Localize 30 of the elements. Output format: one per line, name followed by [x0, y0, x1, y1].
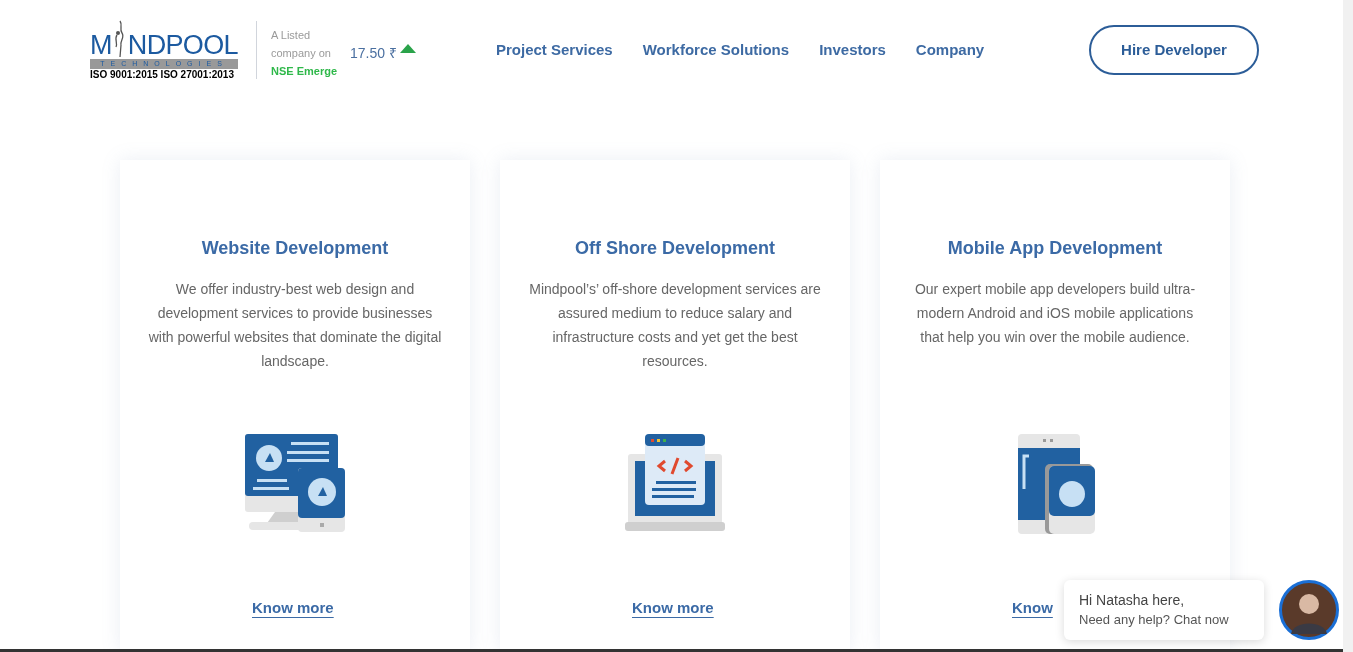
card-description: Mindpool’s’ off-shore development services are assured medium to reduce salary and infrastructure costs and yet get the best resources. [528, 280, 822, 371]
nav-link[interactable]: Investors [819, 38, 886, 62]
stock-price: 17.50 ₹ [350, 44, 397, 63]
card-description: Our expert mobile app developers build ultra-modern Android and iOS mobile applications that help you win over the mobile audience. [913, 280, 1197, 347]
card-description: We offer industry-best web design and development services to provide businesses with powerful websites that dominate the digital landscape. [147, 280, 443, 371]
desktop-and-tablet-icon [245, 434, 345, 534]
logo-wordmark: NDPOOL [127, 32, 238, 59]
card-title: Website Development [201, 237, 389, 260]
laptop-code-icon [625, 434, 725, 534]
nav-link[interactable]: Project Services [495, 38, 613, 62]
chat-prompt: Need any help? Chat now [1079, 611, 1230, 629]
chat-avatar[interactable] [1279, 580, 1339, 640]
hire-developer-button[interactable]: Hire Developer [1089, 25, 1259, 75]
know-more-link[interactable]: Know more [632, 597, 714, 620]
exchange-name: NSE Emerge [271, 64, 338, 79]
card-title: Off Shore Development [575, 237, 775, 260]
card-title: Mobile App Development [947, 237, 1163, 260]
smartphones-icon [1015, 434, 1095, 534]
up-triangle-icon [399, 44, 416, 53]
scrollbar[interactable] [1343, 0, 1353, 652]
listing-text: company on [271, 46, 332, 61]
certification-text: ISO 9001:2015 ISO 27001:2013 [90, 69, 234, 81]
chat-bubble[interactable]: Hi Natasha here, Need any help? Chat now [1064, 580, 1264, 640]
nav-link[interactable]: Company [915, 38, 985, 62]
nav-link[interactable]: Workforce Solutions [642, 38, 790, 62]
listing-text: A Listed [271, 28, 312, 43]
chat-greeting: Hi Natasha here, [1079, 591, 1186, 610]
know-more-link[interactable]: Know [1012, 597, 1053, 620]
know-more-link[interactable]: Know more [252, 597, 334, 620]
logo-wordmark: M [90, 32, 112, 59]
